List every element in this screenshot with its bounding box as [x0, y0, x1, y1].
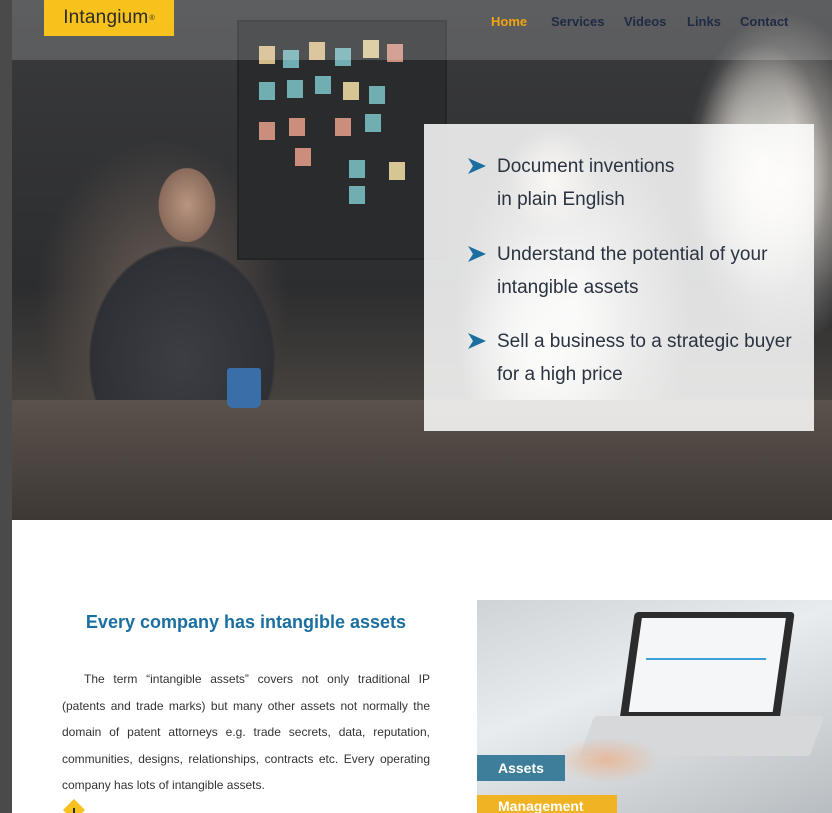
- nav-services[interactable]: Services: [551, 14, 605, 32]
- left-edge-strip: [0, 0, 12, 813]
- section-title: Every company has intangible assets: [85, 612, 407, 632]
- bullet-line: in plain English: [497, 189, 625, 210]
- bullet-line: for a high price: [497, 364, 623, 385]
- laptop-screen: [628, 618, 786, 712]
- laptop: [619, 612, 795, 722]
- bullet-line: intangible assets: [497, 277, 639, 298]
- management-tag: Management: [477, 795, 617, 813]
- nav-home[interactable]: Home: [491, 14, 527, 32]
- hero-bullet-panel: Document inventions in plain English Unde…: [424, 124, 814, 431]
- registered-mark: ®: [149, 14, 155, 22]
- bullet-line: Understand the potential of your: [497, 244, 768, 265]
- bullet-line: Document inventions: [497, 156, 675, 177]
- nav-links[interactable]: Links: [687, 14, 721, 32]
- man-seated-figure: [52, 150, 312, 440]
- assets-tag: Assets: [477, 755, 565, 781]
- arrow-right-icon: [468, 333, 486, 349]
- arrow-right-icon: [468, 158, 486, 174]
- nav-videos[interactable]: Videos: [624, 14, 666, 32]
- site-logo[interactable]: Intangium ®: [44, 0, 174, 36]
- logo-text: Intangium: [63, 7, 149, 28]
- arrow-right-icon: [468, 246, 486, 262]
- bullet-line: Sell a business to a strategic buyer: [497, 331, 792, 352]
- nav-contact[interactable]: Contact: [740, 14, 788, 32]
- info-diamond-icon: [63, 799, 85, 813]
- coffee-mug: [227, 368, 261, 408]
- intro-paragraph: The term “intangible assets” covers not …: [62, 672, 430, 792]
- laptop-analytics-photo: [477, 600, 832, 813]
- screen-chart-line: [645, 658, 767, 660]
